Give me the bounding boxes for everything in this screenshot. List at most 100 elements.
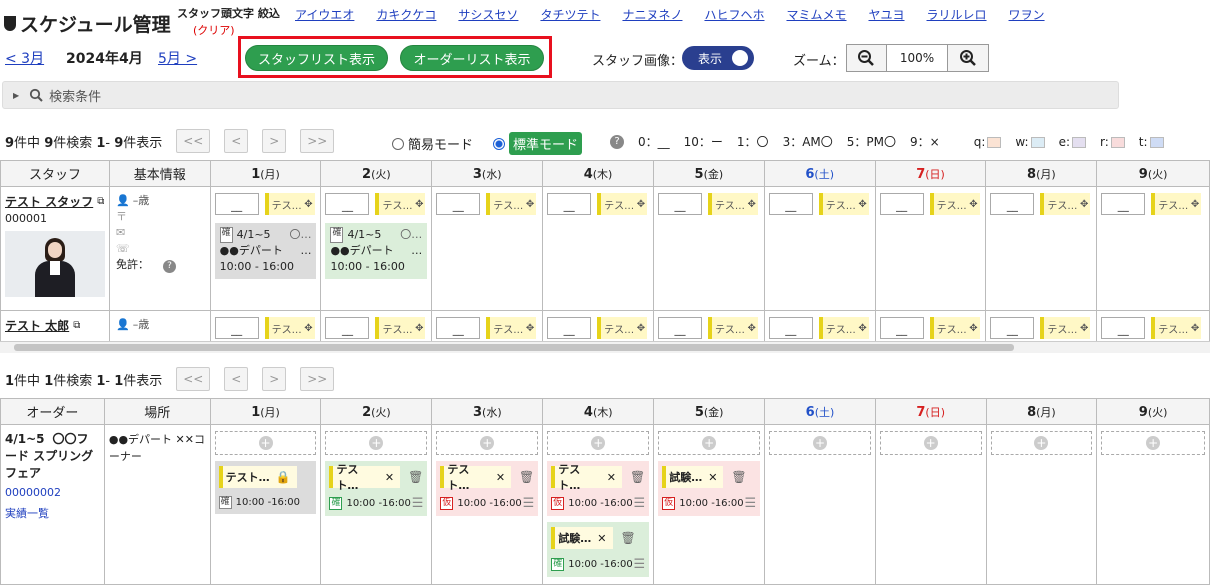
remove-icon[interactable]: ✕ xyxy=(597,532,606,545)
staff-tag[interactable]: テス… ✥ xyxy=(818,193,869,215)
assigned-staff-tag[interactable]: テスト… ✕ xyxy=(440,463,512,492)
schedule-cell[interactable]: __ テス… ✥ xyxy=(652,186,765,311)
schedule-cell[interactable]: __ テス… ✥ xyxy=(874,186,987,311)
add-assignment-button[interactable]: + xyxy=(214,431,317,455)
schedule-cell[interactable]: __ テス… ✥ xyxy=(763,186,876,311)
kana-link[interactable]: アイウエオ xyxy=(295,6,354,23)
schedule-cell[interactable]: __ テス… ✥ xyxy=(209,310,322,343)
search-conditions-toggle[interactable]: ▶ 検索条件 xyxy=(2,81,1119,109)
availability-box[interactable]: __ xyxy=(657,193,702,215)
kana-link[interactable]: ワヲン xyxy=(1009,6,1045,23)
order-list-button[interactable]: オーダーリスト表示 xyxy=(400,45,544,71)
schedule-cell[interactable]: __ テス… ✥ xyxy=(542,310,654,343)
schedule-cell[interactable]: __ テス… ✥ xyxy=(1096,186,1210,311)
availability-box[interactable]: __ xyxy=(879,317,924,339)
kana-link[interactable]: ヤユヨ xyxy=(869,6,905,23)
drag-handle-icon[interactable]: ☰ xyxy=(412,496,424,511)
remove-icon[interactable]: ✕ xyxy=(385,471,394,484)
schedule-cell[interactable]: __ テス… ✥ xyxy=(985,310,1098,343)
staff-tag[interactable]: テス… ✥ xyxy=(707,317,758,339)
availability-box[interactable]: __ xyxy=(879,193,924,215)
kana-link[interactable]: カキクケコ xyxy=(376,6,436,23)
staff-tag[interactable]: テス… ✥ xyxy=(264,193,315,215)
staff-name-link[interactable]: テスト スタッフ xyxy=(5,193,93,210)
staff-tag[interactable]: テス… ✥ xyxy=(1151,193,1202,215)
kana-link[interactable]: ナニヌネノ xyxy=(622,6,682,23)
trash-icon[interactable]: 🗑 xyxy=(408,470,423,484)
availability-box[interactable]: __ xyxy=(768,193,813,215)
availability-box[interactable]: __ xyxy=(325,193,370,215)
staff-tag[interactable]: テス… ✥ xyxy=(486,317,537,339)
add-assignment-button[interactable]: + xyxy=(547,431,650,455)
kana-link[interactable]: タチツテト xyxy=(540,6,600,23)
assignment-card[interactable]: テスト… ✕ 🗑 仮 10:00 -16:00 ☰ xyxy=(547,461,650,516)
kana-link[interactable]: サシスセソ xyxy=(458,6,518,23)
schedule-cell[interactable]: __ テス… ✥ xyxy=(1096,310,1210,343)
schedule-cell[interactable]: __ テス… ✥ xyxy=(542,186,654,311)
add-assignment-button[interactable]: + xyxy=(325,431,428,455)
staff-image-toggle[interactable]: 表示 xyxy=(682,46,754,70)
shift-card[interactable]: 確 4/1~5 〇… ●●デパート … 10:00 - 16:00 xyxy=(214,223,317,279)
assignment-card[interactable]: テスト… ✕ 🗑 仮 10:00 -16:00 ☰ xyxy=(436,461,539,516)
staff-tag[interactable]: テス… ✥ xyxy=(929,317,980,339)
assignment-card[interactable]: テスト… ✕ 🗑 確 10:00 -16:00 ☰ xyxy=(325,461,428,516)
add-assignment-button[interactable]: + xyxy=(1101,431,1205,455)
staff-tag[interactable]: テス… ✥ xyxy=(264,317,315,339)
assignment-card[interactable]: 試験… ✕ 🗑 確 10:00 -16:00 ☰ xyxy=(547,522,650,577)
external-link-icon[interactable]: ⧉ xyxy=(73,320,80,331)
trash-icon[interactable]: 🗑 xyxy=(621,531,636,545)
availability-box[interactable]: __ xyxy=(990,193,1035,215)
scrollbar-thumb[interactable] xyxy=(14,344,1014,351)
first-page-button[interactable]: << xyxy=(176,367,211,391)
shift-card[interactable]: 確 4/1~5 〇… ●●デパート … 10:00 - 16:00 xyxy=(325,223,428,279)
trash-icon[interactable]: 🗑 xyxy=(519,470,534,484)
availability-box[interactable]: __ xyxy=(657,317,702,339)
results-list-link[interactable]: 実績一覧 xyxy=(5,505,100,522)
availability-box[interactable]: __ xyxy=(768,317,813,339)
add-assignment-button[interactable]: + xyxy=(990,431,1093,455)
staff-tag[interactable]: テス… ✥ xyxy=(929,193,980,215)
schedule-cell[interactable]: __ テス… ✥ xyxy=(652,310,765,343)
staff-tag[interactable]: テス… ✥ xyxy=(1040,193,1091,215)
next-page-button[interactable]: > xyxy=(262,367,287,391)
staff-tag[interactable]: テス… ✥ xyxy=(375,317,426,339)
availability-box[interactable]: __ xyxy=(990,317,1035,339)
simple-mode-radio[interactable] xyxy=(392,137,404,150)
kana-link[interactable]: ラリルレロ xyxy=(927,6,987,23)
availability-box[interactable]: __ xyxy=(214,193,259,215)
next-month-link[interactable]: 5月 > xyxy=(158,48,197,68)
availability-box[interactable]: __ xyxy=(547,193,592,215)
schedule-cell[interactable]: __ テス… ✥ 確 4/1~5 〇… ●●デパート… 10:00 - 16:00 xyxy=(320,186,433,311)
schedule-cell[interactable]: __ テス… ✥ xyxy=(431,186,544,311)
assigned-staff-tag[interactable]: テスト… 🔒 xyxy=(218,466,297,488)
staff-tag[interactable]: テス… ✥ xyxy=(1151,317,1202,339)
standard-mode-radio[interactable] xyxy=(493,137,506,150)
availability-box[interactable]: __ xyxy=(1101,193,1146,215)
assigned-staff-tag[interactable]: テスト… ✕ xyxy=(329,463,401,492)
staff-name-link[interactable]: テスト 太郎 xyxy=(5,317,69,334)
last-page-button[interactable]: >> xyxy=(300,129,335,153)
trash-icon[interactable]: 🗑 xyxy=(630,470,645,484)
clear-filter-link[interactable]: (クリア) xyxy=(193,22,235,38)
schedule-cell[interactable]: __ テス… ✥ 確 4/1~5 〇… ●●デパート… 10:00 - 16:00 xyxy=(209,186,322,311)
staff-list-button[interactable]: スタッフリスト表示 xyxy=(245,45,388,71)
kana-link[interactable]: マミムメモ xyxy=(786,6,846,23)
assignment-card[interactable]: テスト… 🔒 確 10:00 -16:00 xyxy=(214,461,317,514)
staff-tag[interactable]: テス… ✥ xyxy=(597,193,648,215)
add-assignment-button[interactable]: + xyxy=(879,431,982,455)
remove-icon[interactable]: ✕ xyxy=(708,471,717,484)
drag-handle-icon[interactable]: ☰ xyxy=(744,496,756,511)
assignment-card[interactable]: 試験… ✕ 🗑 仮 10:00 -16:00 ☰ xyxy=(658,461,761,516)
availability-box[interactable]: __ xyxy=(547,317,592,339)
staff-tag[interactable]: テス… ✥ xyxy=(486,193,537,215)
external-link-icon[interactable]: ⧉ xyxy=(97,196,104,207)
availability-box[interactable]: __ xyxy=(214,317,259,339)
availability-box[interactable]: __ xyxy=(325,317,370,339)
next-page-button[interactable]: > xyxy=(262,129,287,153)
schedule-cell[interactable]: __ テス… ✥ xyxy=(763,310,876,343)
availability-box[interactable]: __ xyxy=(1101,317,1146,339)
horizontal-scrollbar[interactable] xyxy=(0,341,1210,353)
first-page-button[interactable]: << xyxy=(176,129,211,153)
kana-link[interactable]: ハヒフヘホ xyxy=(704,6,764,23)
assigned-staff-tag[interactable]: テスト… ✕ xyxy=(551,463,622,492)
